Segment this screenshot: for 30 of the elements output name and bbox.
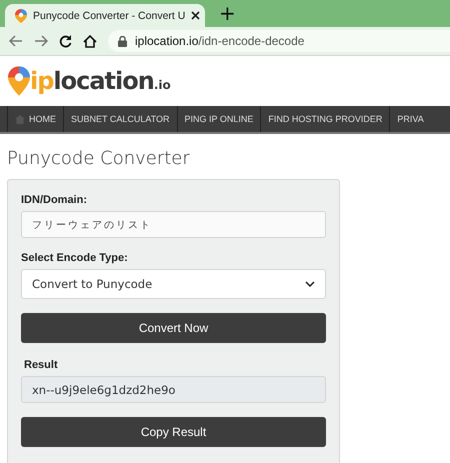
nav-link[interactable]: SUBNET CALCULATOR: [63, 106, 177, 132]
chevron-down-icon: [305, 281, 315, 287]
reload-icon[interactable]: [59, 34, 72, 48]
nav-link[interactable]: PING IP ONLINE: [176, 106, 260, 132]
encode-type-dropdown[interactable]: Convert to Punycode: [21, 269, 326, 299]
back-icon[interactable]: [9, 35, 23, 47]
map-pin-icon: [15, 8, 27, 22]
nav-link[interactable]: PRIVA: [389, 106, 431, 132]
convert-now-button[interactable]: Convert Now: [21, 313, 326, 343]
forward-icon[interactable]: [34, 35, 48, 47]
domain-input-field[interactable]: フリーウェアのリスト: [21, 211, 326, 238]
home-icon: [15, 114, 25, 124]
page-title: Punycode Converter: [7, 148, 191, 169]
nav-link[interactable]: FIND HOSTING PROVIDER: [260, 106, 390, 132]
result-field[interactable]: xn--u9j9ele6g1dzd2he9o: [21, 376, 326, 403]
field-label: IDN/Domain:: [21, 194, 88, 206]
browser-tab[interactable]: Punycode Converter - Convert U: [5, 4, 205, 27]
nav-link[interactable]: HOME: [7, 106, 63, 132]
field-label: Select Encode Type:: [21, 252, 129, 264]
tab-title: Punycode Converter - Convert U: [33, 10, 186, 22]
address-bar[interactable]: iplocation.io/idn-encode-decode: [108, 30, 450, 52]
copy-result-button[interactable]: Copy Result: [21, 417, 326, 447]
new-tab-button[interactable]: +: [219, 2, 236, 25]
map-pin-icon: [8, 66, 30, 96]
field-label: Result: [24, 359, 59, 371]
lock-icon: [118, 36, 127, 46]
home-icon[interactable]: [83, 34, 97, 48]
close-icon[interactable]: [191, 11, 200, 20]
site-logo[interactable]: iplocation.io: [30, 67, 171, 95]
url-text: iplocation.io/idn-encode-decode: [135, 34, 304, 48]
